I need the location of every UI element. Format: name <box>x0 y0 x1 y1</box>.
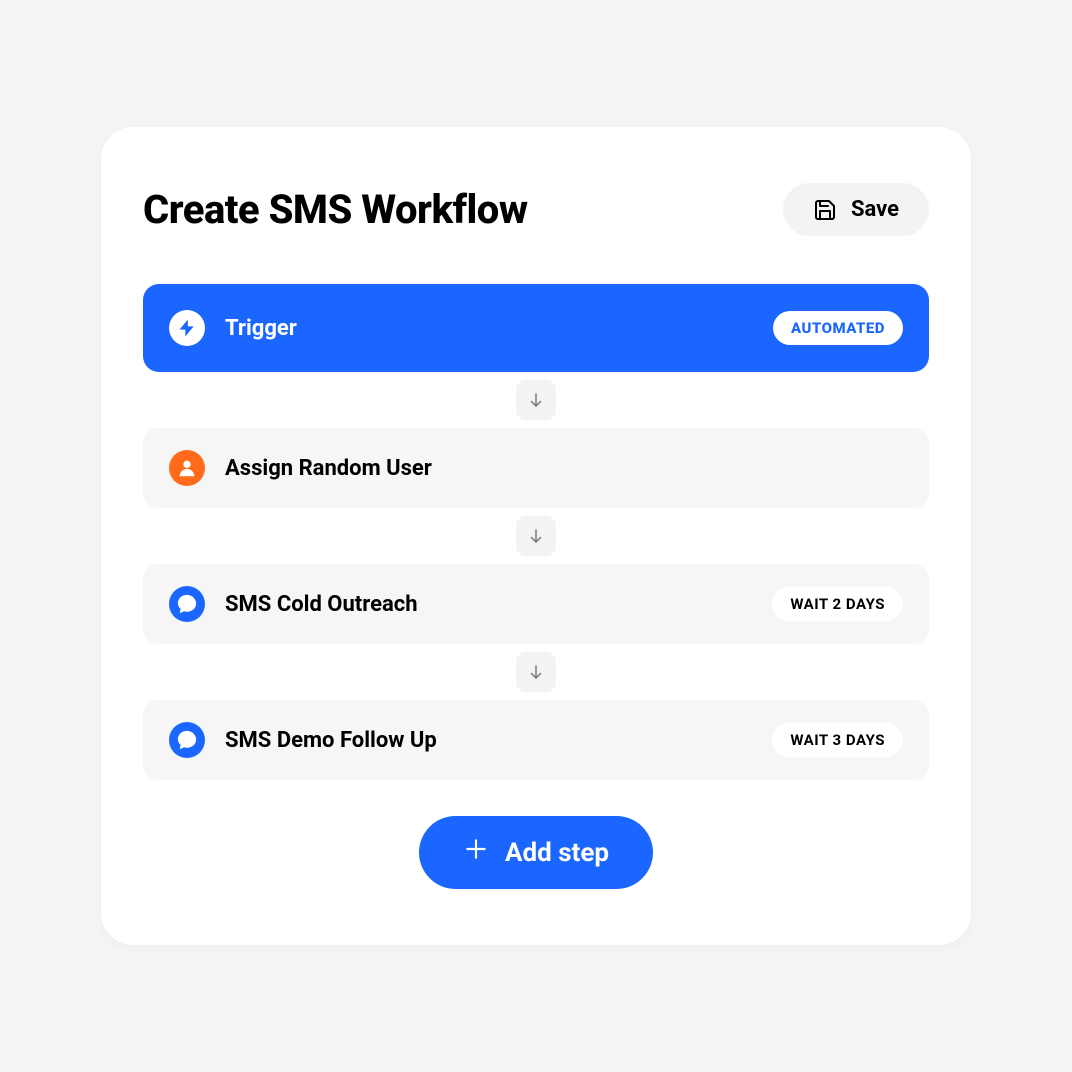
step-left: SMS Demo Follow Up <box>169 722 437 758</box>
arrow-down-icon <box>516 516 556 556</box>
save-button[interactable]: Save <box>783 183 929 236</box>
step-label: SMS Cold Outreach <box>225 592 418 617</box>
workflow-card: Create SMS Workflow Save Trigger AUTOMAT… <box>101 127 971 945</box>
step-label: SMS Demo Follow Up <box>225 728 437 753</box>
connector <box>143 372 929 428</box>
workflow-step-sms-demo-follow-up[interactable]: SMS Demo Follow Up WAIT 3 DAYS <box>143 700 929 780</box>
save-label: Save <box>851 197 899 222</box>
wait-badge: WAIT 3 DAYS <box>772 723 903 757</box>
step-label: Assign Random User <box>225 456 432 481</box>
arrow-down-icon <box>516 652 556 692</box>
wait-badge: WAIT 2 DAYS <box>772 587 903 621</box>
workflow-step-sms-cold-outreach[interactable]: SMS Cold Outreach WAIT 2 DAYS <box>143 564 929 644</box>
workflow-step-assign[interactable]: Assign Random User <box>143 428 929 508</box>
step-left: Trigger <box>169 310 297 346</box>
step-left: SMS Cold Outreach <box>169 586 418 622</box>
message-icon <box>169 586 205 622</box>
automated-badge: AUTOMATED <box>773 311 903 345</box>
message-icon <box>169 722 205 758</box>
plus-icon <box>463 836 489 869</box>
add-step-label: Add step <box>505 838 609 868</box>
page-title: Create SMS Workflow <box>143 186 528 233</box>
workflow-step-trigger[interactable]: Trigger AUTOMATED <box>143 284 929 372</box>
add-step-container: Add step <box>143 816 929 889</box>
user-icon <box>169 450 205 486</box>
connector <box>143 644 929 700</box>
add-step-button[interactable]: Add step <box>419 816 653 889</box>
connector <box>143 508 929 564</box>
header: Create SMS Workflow Save <box>143 183 929 236</box>
step-left: Assign Random User <box>169 450 432 486</box>
arrow-down-icon <box>516 380 556 420</box>
step-label: Trigger <box>225 316 297 341</box>
save-icon <box>813 198 837 222</box>
lightning-icon <box>169 310 205 346</box>
